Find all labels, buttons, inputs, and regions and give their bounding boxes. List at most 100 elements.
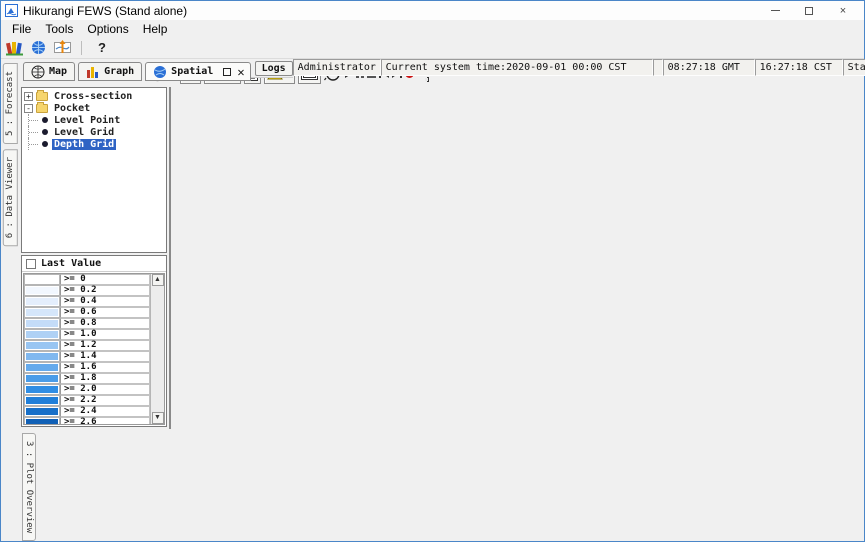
status-spacer <box>653 59 663 76</box>
legend-color-list: >= 0 >= 0.2 >= 0.4 >= 0.6 <box>23 273 165 425</box>
profile-display-icon[interactable] <box>53 40 71 56</box>
panel-tab-vertical[interactable]: 5 : Forecast <box>3 63 18 144</box>
panel-tab-vertical[interactable]: 6 : Data Viewer <box>3 149 18 246</box>
node-bullet-icon <box>42 141 48 147</box>
panel-tab-plot-overview[interactable]: 3 : Plot Overview <box>22 433 36 541</box>
legend-color-swatch <box>24 340 60 351</box>
legend-color-swatch <box>24 318 60 329</box>
legend-scrollbar[interactable]: ▲ ▼ <box>150 274 164 424</box>
legend-entry-label: >= 1.2 <box>60 340 150 351</box>
legend-entry: >= 0.6 <box>24 307 164 318</box>
minimize-button[interactable] <box>758 2 792 19</box>
explorer-icon[interactable] <box>5 40 23 56</box>
legend-entry-label: >= 1.4 <box>60 351 150 362</box>
tree-item-level-point[interactable]: Level Point <box>24 114 166 126</box>
legend-color-swatch <box>24 395 60 406</box>
folder-icon <box>36 92 48 101</box>
map-view[interactable]: API Key Required API Key Required Hikura… <box>169 87 171 429</box>
status-local-time: 16:27:18 CST <box>755 59 843 76</box>
legend-color-swatch <box>24 285 60 296</box>
last-value-label: Last Value <box>41 258 101 269</box>
tree-item-depth-grid[interactable]: Depth Grid <box>24 138 166 150</box>
tab-close-icon[interactable]: ✕ <box>237 65 244 79</box>
legend-entry-label: >= 0.8 <box>60 318 150 329</box>
node-bullet-icon <box>42 117 48 123</box>
legend-entry: >= 0 <box>24 274 164 285</box>
legend-color-swatch <box>24 274 60 285</box>
legend-entry-label: >= 1.0 <box>60 329 150 340</box>
legend-entry: >= 1.0 <box>24 329 164 340</box>
scroll-up-icon[interactable]: ▲ <box>152 274 164 286</box>
app-window: Hikurangi FEWS (Stand alone) × FileTools… <box>0 0 865 542</box>
tab-graph[interactable]: Graph <box>78 62 142 81</box>
maximize-button[interactable] <box>792 2 826 19</box>
tree-item-cross-section[interactable]: + Cross-section <box>24 90 166 102</box>
menu-bar: FileToolsOptionsHelp <box>1 20 864 37</box>
menu-item[interactable]: File <box>5 22 38 36</box>
tab-map[interactable]: Map <box>23 62 75 81</box>
legend-entry: >= 1.2 <box>24 340 164 351</box>
legend-entry: >= 0.2 <box>24 285 164 296</box>
bar-chart-icon <box>86 65 100 79</box>
menu-item[interactable]: Options <box>80 22 135 36</box>
legend-color-swatch <box>24 406 60 417</box>
app-logo-icon <box>5 4 18 17</box>
legend-color-swatch <box>24 417 60 425</box>
legend-color-swatch <box>24 296 60 307</box>
legend-entry-label: >= 0 <box>60 274 150 285</box>
logs-row: Logs <box>251 59 293 78</box>
node-bullet-icon <box>42 129 48 135</box>
tree-item-level-grid[interactable]: Level Grid <box>24 126 166 138</box>
close-button[interactable]: × <box>826 2 860 19</box>
legend-color-swatch <box>24 329 60 340</box>
legend-entry: >= 1.8 <box>24 373 164 384</box>
menu-item[interactable]: Help <box>136 22 175 36</box>
primary-toolbar: ? <box>1 37 864 59</box>
legend-entry-label: >= 1.6 <box>60 362 150 373</box>
legend-entry-label: >= 0.2 <box>60 285 150 296</box>
window-title: Hikurangi FEWS (Stand alone) <box>23 4 187 18</box>
legend-entry-label: >= 2.6 <box>60 417 150 425</box>
tab-spatial[interactable]: Spatial ✕ <box>145 62 250 81</box>
collapse-icon[interactable]: - <box>24 104 33 113</box>
legend-panel: Last Value >= 0 >= 0.2 <box>21 255 167 427</box>
help-button[interactable]: ? <box>92 40 112 55</box>
tab-maximize-icon[interactable] <box>223 68 231 76</box>
last-value-checkbox[interactable] <box>26 259 36 269</box>
expand-icon[interactable]: + <box>24 92 33 101</box>
legend-entry: >= 0.8 <box>24 318 164 329</box>
left-panel: + Cross-section - Pocket Level Point <box>19 87 169 429</box>
left-tab-strip: 5 : Forecast 6 : Data Viewer <box>1 59 19 541</box>
menu-item[interactable]: Tools <box>38 22 80 36</box>
legend-entry-label: >= 0.4 <box>60 296 150 307</box>
folder-icon <box>36 104 48 113</box>
legend-entry: >= 2.4 <box>24 406 164 417</box>
logs-button[interactable]: Logs <box>255 61 293 76</box>
legend-color-swatch <box>24 384 60 395</box>
spatial-display-icon[interactable] <box>29 40 47 56</box>
legend-entry: >= 1.4 <box>24 351 164 362</box>
legend-entry-label: >= 0.6 <box>60 307 150 318</box>
legend-color-swatch <box>24 373 60 384</box>
timeline-data-bar <box>427 77 429 82</box>
scroll-down-icon[interactable]: ▼ <box>152 412 164 424</box>
globe-icon <box>153 65 167 79</box>
legend-entry: >= 2.2 <box>24 395 164 406</box>
legend-entry: >= 0.4 <box>24 296 164 307</box>
status-user: Administrator <box>293 59 381 76</box>
legend-color-swatch <box>24 307 60 318</box>
title-bar: Hikurangi FEWS (Stand alone) × <box>1 1 864 20</box>
legend-entry: >= 2.0 <box>24 384 164 395</box>
status-system-time: Current system time:2020-09-01 00:00 CST <box>381 59 653 76</box>
legend-color-swatch <box>24 362 60 373</box>
legend-entry: >= 2.6 <box>24 417 164 425</box>
wireframe-globe-icon <box>31 65 45 79</box>
status-mode: Stand alone <box>843 59 865 76</box>
status-gmt-time: 08:27:18 GMT <box>663 59 755 76</box>
legend-entry-label: >= 2.4 <box>60 406 150 417</box>
legend-entry-label: >= 2.0 <box>60 384 150 395</box>
legend-entry-label: >= 1.8 <box>60 373 150 384</box>
legend-entry-label: >= 2.2 <box>60 395 150 406</box>
tree-item-pocket[interactable]: - Pocket <box>24 102 166 114</box>
status-bar: Administrator Current system time:2020-0… <box>293 59 865 76</box>
